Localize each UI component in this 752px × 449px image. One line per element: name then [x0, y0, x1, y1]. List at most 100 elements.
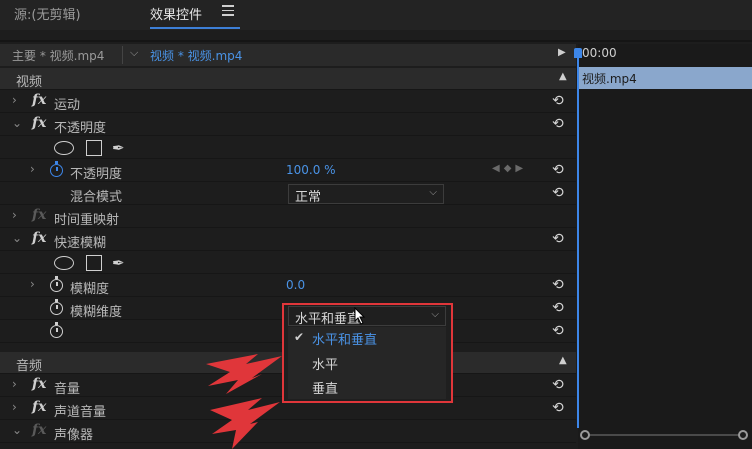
- property-label: 混合模式: [70, 190, 123, 205]
- effect-label: 时间重映射: [54, 213, 120, 228]
- opacity-value[interactable]: 100.0 %: [286, 163, 336, 177]
- chevron-down-icon[interactable]: ⌄: [12, 116, 22, 130]
- stopwatch-icon[interactable]: [50, 299, 63, 315]
- chevron-right-icon[interactable]: ›: [30, 162, 35, 176]
- effect-row-fast-blur[interactable]: ⌄ fx 快速模糊 ⟲: [0, 229, 576, 251]
- pen-mask-icon[interactable]: ✒: [112, 254, 125, 272]
- fx-icon: fx: [32, 422, 47, 438]
- sequence-clip-label[interactable]: 视频 * 视频.mp4: [150, 47, 242, 64]
- fx-icon[interactable]: fx: [32, 115, 46, 131]
- blend-mode-select[interactable]: 正常 ⌵: [288, 184, 444, 205]
- blur-dimensions-select[interactable]: 水平和垂直 ⌵: [288, 306, 446, 327]
- scrollbar-left-handle[interactable]: [580, 430, 590, 440]
- option-label: 水平和垂直: [312, 333, 378, 348]
- property-row-blurriness[interactable]: › 模糊度 0.0 ⟲: [0, 275, 576, 297]
- tab-effect-controls[interactable]: 效果控件: [150, 4, 202, 23]
- blur-dimensions-dropdown[interactable]: 水平和垂直 ⌵ ✔ 水平和垂直 水平 垂直: [282, 303, 453, 403]
- stopwatch-icon[interactable]: [50, 322, 63, 338]
- panel-menu-icon[interactable]: [222, 5, 234, 16]
- tab-source[interactable]: 源:(无剪辑): [14, 4, 81, 23]
- effect-label: 运动: [54, 98, 81, 113]
- chevron-right-icon[interactable]: ›: [12, 208, 17, 222]
- effect-label: 声像器: [54, 428, 94, 443]
- chevron-right-icon[interactable]: ›: [12, 377, 17, 391]
- stopwatch-icon[interactable]: [50, 161, 63, 177]
- property-label: 模糊维度: [70, 305, 123, 320]
- select-value: 正常: [295, 190, 322, 205]
- reset-icon[interactable]: ⟲: [552, 162, 564, 178]
- reset-icon[interactable]: ⟲: [552, 323, 564, 339]
- timeline-clip-label: 视频.mp4: [582, 72, 637, 86]
- chevron-right-icon[interactable]: ›: [30, 277, 35, 291]
- effect-label: 音量: [54, 382, 81, 397]
- checkmark-icon: ✔: [294, 330, 305, 344]
- reset-icon[interactable]: ⟲: [552, 400, 564, 416]
- effect-row-opacity[interactable]: ⌄ fx 不透明度 ⟲: [0, 114, 576, 136]
- timeline-zoom-scrollbar[interactable]: [580, 429, 750, 441]
- chevron-down-icon[interactable]: ⌄: [12, 423, 22, 437]
- play-triangle-icon[interactable]: ▶: [558, 47, 566, 58]
- reset-icon[interactable]: ⟲: [552, 116, 564, 132]
- scrollbar-right-handle[interactable]: [738, 430, 748, 440]
- select-value: 水平和垂直: [295, 312, 361, 327]
- section-label-video: 视频: [16, 75, 43, 90]
- panel-divider: [0, 40, 752, 42]
- property-row-blend-mode: 混合模式 正常 ⌵ ⟲: [0, 183, 576, 205]
- fx-icon: fx: [32, 207, 47, 223]
- effect-label: 不透明度: [54, 121, 107, 136]
- option-horizontal-and-vertical[interactable]: ✔ 水平和垂直: [288, 327, 446, 349]
- mouse-cursor-icon: [354, 307, 366, 325]
- effect-label: 快速模糊: [54, 236, 107, 251]
- active-tab-indicator: [150, 27, 240, 29]
- pen-mask-icon[interactable]: ✒: [112, 139, 125, 157]
- mask-tools-row: ✒: [0, 252, 576, 274]
- chevron-down-icon[interactable]: ⌵: [130, 46, 138, 60]
- ellipse-mask-icon[interactable]: [54, 256, 74, 270]
- effect-label: 声道音量: [54, 405, 107, 420]
- dropdown-options: ✔ 水平和垂直 水平 垂直: [288, 327, 446, 399]
- timeline-clip[interactable]: 视频.mp4: [579, 67, 752, 89]
- scrollbar-track[interactable]: [586, 434, 744, 436]
- reset-icon[interactable]: ⟲: [552, 231, 564, 247]
- blurriness-value[interactable]: 0.0: [286, 278, 305, 292]
- option-horizontal[interactable]: 水平: [288, 352, 446, 374]
- chevron-down-icon[interactable]: ⌄: [12, 231, 22, 245]
- option-vertical[interactable]: 垂直: [288, 376, 446, 398]
- reset-icon[interactable]: ⟲: [552, 277, 564, 293]
- fx-icon[interactable]: fx: [32, 399, 46, 415]
- reset-icon[interactable]: ⟲: [552, 377, 564, 393]
- chevron-right-icon[interactable]: ›: [12, 93, 17, 107]
- reset-icon[interactable]: ⟲: [552, 93, 564, 109]
- collapse-triangle-icon[interactable]: ▲: [559, 71, 567, 82]
- fx-icon[interactable]: fx: [32, 92, 46, 108]
- fx-icon[interactable]: fx: [32, 230, 46, 246]
- mini-timeline[interactable]: [578, 44, 752, 449]
- property-label: 不透明度: [70, 167, 123, 182]
- reset-icon[interactable]: ⟲: [552, 300, 564, 316]
- timeline-timecode: 00:00: [582, 46, 617, 60]
- effect-row-motion[interactable]: › fx 运动 ⟲: [0, 91, 576, 113]
- collapse-triangle-icon[interactable]: ▲: [559, 355, 567, 366]
- chevron-down-icon: ⌵: [431, 309, 439, 320]
- video-section-header[interactable]: 视频 ▲: [0, 68, 576, 90]
- playhead-handle[interactable]: [574, 48, 582, 58]
- chevron-right-icon[interactable]: ›: [12, 400, 17, 414]
- header-separator: [122, 46, 123, 64]
- reset-icon[interactable]: ⟲: [552, 185, 564, 201]
- rectangle-mask-icon[interactable]: [86, 255, 102, 271]
- mask-tools-row: ✒: [0, 137, 576, 159]
- playhead-line[interactable]: [577, 48, 579, 428]
- fx-icon[interactable]: fx: [32, 376, 46, 392]
- keyframe-nav-icon[interactable]: ◀◆▶: [492, 163, 527, 174]
- chevron-down-icon: ⌵: [429, 187, 437, 198]
- ellipse-mask-icon[interactable]: [54, 141, 74, 155]
- effect-row-time-remap[interactable]: › fx 时间重映射: [0, 206, 576, 228]
- property-label: 模糊度: [70, 282, 110, 297]
- master-clip-label[interactable]: 主要 * 视频.mp4: [12, 47, 104, 64]
- property-row-opacity[interactable]: › 不透明度 100.0 % ◀◆▶ ⟲: [0, 160, 576, 182]
- sequence-header: 主要 * 视频.mp4 ⌵ 视频 * 视频.mp4 ▶: [0, 44, 576, 66]
- section-label-audio: 音频: [16, 359, 43, 374]
- option-label: 水平: [312, 358, 339, 373]
- stopwatch-icon[interactable]: [50, 276, 63, 292]
- rectangle-mask-icon[interactable]: [86, 140, 102, 156]
